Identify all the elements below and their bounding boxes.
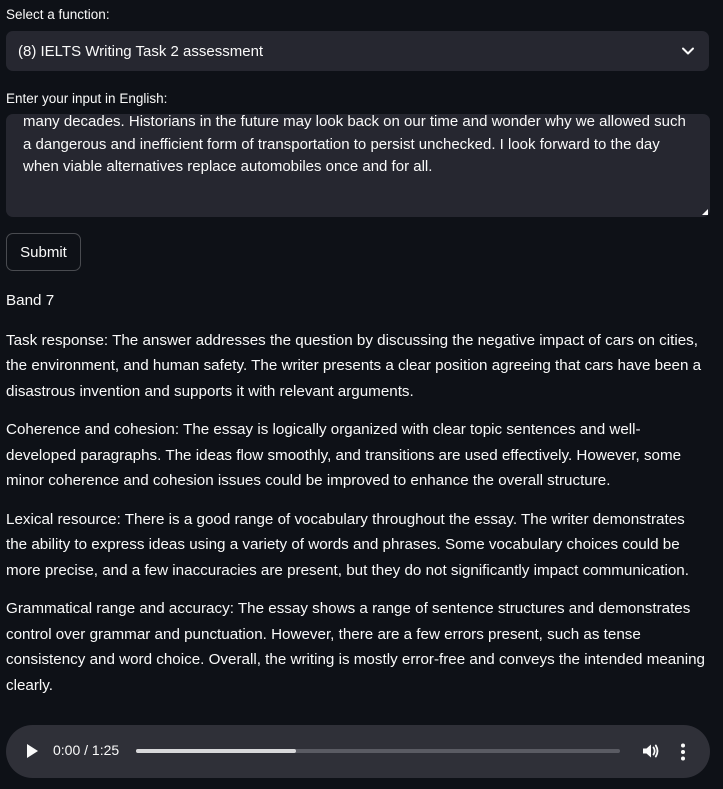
- essay-input[interactable]: many decades. Historians in the future m…: [6, 114, 710, 217]
- band-score: Band 7: [6, 292, 55, 309]
- volume-icon[interactable]: [642, 742, 660, 760]
- audio-player: 0:00 / 1:25: [6, 725, 710, 778]
- function-select-label: Select a function:: [6, 7, 110, 22]
- function-select-value: (8) IELTS Writing Task 2 assessment: [18, 42, 264, 60]
- coherence-cohesion-paragraph: Coherence and cohesion: The essay is log…: [6, 421, 682, 489]
- audio-buffered-fill: [136, 749, 296, 753]
- essay-input-text[interactable]: many decades. Historians in the future m…: [23, 114, 694, 179]
- task-response-paragraph: Task response: The answer addresses the …: [6, 331, 702, 400]
- audio-progress-bar[interactable]: [136, 749, 620, 753]
- more-options-icon[interactable]: [680, 743, 686, 761]
- resize-handle-icon[interactable]: [702, 209, 708, 215]
- assessment-result: Band 7 Task response: The answer address…: [6, 288, 710, 711]
- audio-time: 0:00 / 1:25: [53, 742, 120, 758]
- lexical-resource-paragraph: Lexical resource: There is a good range …: [6, 510, 689, 579]
- play-icon[interactable]: [27, 744, 38, 758]
- input-label: Enter your input in English:: [6, 91, 168, 106]
- grammatical-range-paragraph: Grammatical range and accuracy: The essa…: [6, 600, 705, 694]
- submit-button[interactable]: Submit: [6, 233, 81, 271]
- function-select[interactable]: (8) IELTS Writing Task 2 assessment: [6, 31, 709, 71]
- chevron-down-icon[interactable]: [681, 44, 695, 58]
